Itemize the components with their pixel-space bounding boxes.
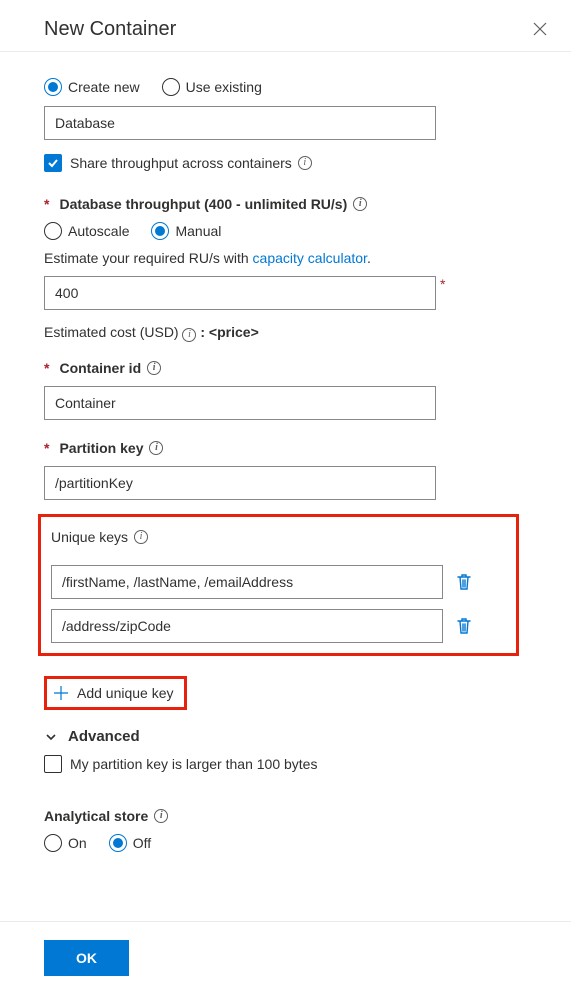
radio-analytical-on[interactable]: On bbox=[44, 834, 87, 852]
checkbox-checked-icon bbox=[44, 154, 62, 172]
panel-title: New Container bbox=[44, 18, 176, 41]
advanced-title: Advanced bbox=[68, 728, 140, 745]
required-asterisk: * bbox=[44, 360, 49, 376]
radio-create-new-label: Create new bbox=[68, 79, 140, 95]
add-unique-key-label: Add unique key bbox=[77, 685, 174, 701]
share-throughput-label: Share throughput across containers bbox=[70, 155, 292, 171]
radio-analytical-off[interactable]: Off bbox=[109, 834, 151, 852]
estimate-text-pre: Estimate your required RU/s with bbox=[44, 250, 253, 266]
radio-circle-icon bbox=[44, 222, 62, 240]
advanced-section-toggle[interactable]: Advanced bbox=[44, 728, 140, 745]
estimated-cost-label: Estimated cost (USD) bbox=[44, 324, 182, 340]
unique-keys-highlight: Unique keys bbox=[38, 514, 519, 656]
radio-use-existing[interactable]: Use existing bbox=[162, 78, 262, 96]
required-asterisk: * bbox=[44, 196, 49, 212]
info-icon[interactable] bbox=[147, 361, 161, 375]
radio-dot-icon bbox=[109, 834, 127, 852]
checkbox-empty-icon bbox=[44, 755, 62, 773]
radio-analytical-on-label: On bbox=[68, 835, 87, 851]
radio-manual-label: Manual bbox=[175, 223, 221, 239]
info-icon[interactable] bbox=[154, 809, 168, 823]
trash-icon[interactable] bbox=[453, 615, 475, 637]
plus-icon bbox=[53, 685, 69, 701]
required-asterisk: * bbox=[44, 440, 49, 456]
chevron-down-icon bbox=[44, 730, 58, 744]
partition-key-label: Partition key bbox=[59, 440, 143, 456]
radio-autoscale-label: Autoscale bbox=[68, 223, 129, 239]
radio-dot-icon bbox=[151, 222, 169, 240]
estimated-cost-value: : <price> bbox=[200, 324, 258, 340]
required-asterisk: * bbox=[440, 276, 445, 292]
radio-circle-icon bbox=[44, 834, 62, 852]
unique-key-row bbox=[51, 609, 506, 643]
info-icon[interactable] bbox=[134, 530, 148, 544]
ru-input[interactable] bbox=[44, 276, 436, 310]
add-unique-key-button[interactable]: Add unique key bbox=[44, 676, 187, 710]
share-throughput-checkbox[interactable]: Share throughput across containers bbox=[44, 154, 312, 172]
large-pk-label: My partition key is larger than 100 byte… bbox=[70, 756, 317, 772]
large-pk-checkbox[interactable]: My partition key is larger than 100 byte… bbox=[44, 755, 317, 773]
container-id-input[interactable] bbox=[44, 386, 436, 420]
radio-dot-icon bbox=[44, 78, 62, 96]
unique-key-input[interactable] bbox=[51, 565, 443, 599]
analytical-store-label: Analytical store bbox=[44, 808, 148, 824]
ok-button[interactable]: OK bbox=[44, 940, 129, 976]
close-icon[interactable] bbox=[533, 21, 547, 39]
radio-circle-icon bbox=[162, 78, 180, 96]
radio-use-existing-label: Use existing bbox=[186, 79, 262, 95]
unique-key-input[interactable] bbox=[51, 609, 443, 643]
info-icon[interactable] bbox=[149, 441, 163, 455]
db-throughput-heading: Database throughput (400 - unlimited RU/… bbox=[59, 196, 347, 212]
radio-manual[interactable]: Manual bbox=[151, 222, 221, 240]
capacity-calculator-link[interactable]: capacity calculator bbox=[253, 250, 367, 266]
radio-analytical-off-label: Off bbox=[133, 835, 151, 851]
radio-create-new[interactable]: Create new bbox=[44, 78, 140, 96]
info-icon[interactable] bbox=[182, 328, 196, 342]
database-name-input[interactable] bbox=[44, 106, 436, 140]
estimate-text-post: . bbox=[367, 250, 371, 266]
container-id-label: Container id bbox=[59, 360, 141, 376]
radio-autoscale[interactable]: Autoscale bbox=[44, 222, 129, 240]
unique-key-row bbox=[51, 565, 506, 599]
info-icon[interactable] bbox=[298, 156, 312, 170]
partition-key-input[interactable] bbox=[44, 466, 436, 500]
unique-keys-label: Unique keys bbox=[51, 529, 128, 545]
info-icon[interactable] bbox=[353, 197, 367, 211]
trash-icon[interactable] bbox=[453, 571, 475, 593]
